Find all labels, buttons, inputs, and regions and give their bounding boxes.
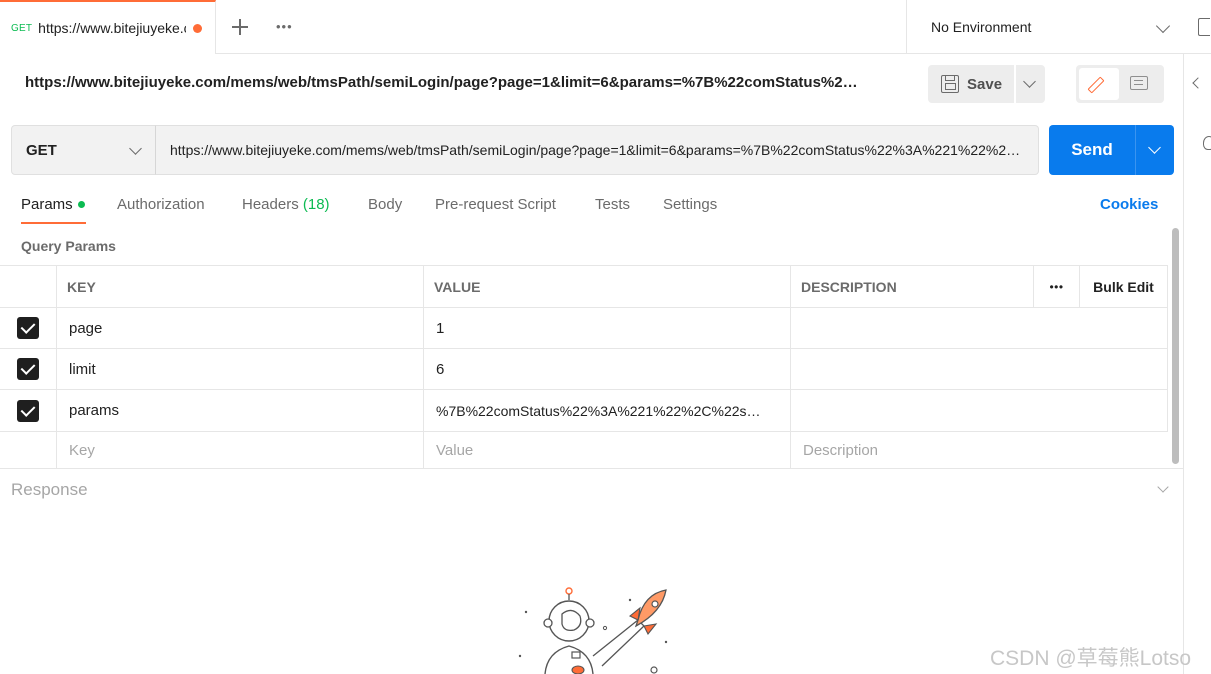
table-row-checkbox-cell <box>0 308 57 349</box>
view-mode-toggle <box>1076 65 1164 103</box>
headers-count: (18) <box>302 196 330 213</box>
header-check-cell <box>0 266 57 308</box>
tab-bar: GET https://www.bitejiuyeke.com/mems/web… <box>0 0 1211 54</box>
environment-quick-look-icon[interactable] <box>1198 18 1210 36</box>
tab-params[interactable]: Params <box>21 196 85 213</box>
pencil-icon <box>1087 76 1105 94</box>
response-title: Response <box>11 480 88 499</box>
param-checkbox[interactable] <box>17 317 39 339</box>
watermark: CSDN @草莓熊Lotso <box>990 647 1192 670</box>
tab-prerequest-script[interactable]: Pre-request Script <box>435 196 556 213</box>
environment-label: No Environment <box>931 19 1032 35</box>
param-value-cell[interactable]: 6 <box>424 349 791 390</box>
table-options-button[interactable]: ••• <box>1034 266 1080 308</box>
param-description-cell[interactable] <box>791 390 1168 432</box>
param-key-cell[interactable]: limit <box>57 349 424 390</box>
floppy-disk-icon <box>941 75 959 93</box>
url-value: https://www.bitejiuyeke.com/mems/web/tms… <box>170 142 1028 158</box>
save-label: Save <box>967 75 1003 93</box>
tab-params-label: Params <box>21 196 73 213</box>
param-value-cell[interactable]: 1 <box>424 308 791 349</box>
method-select[interactable]: GET <box>11 125 156 175</box>
tab-headers-label: Headers <box>242 196 299 213</box>
cookies-link[interactable]: Cookies <box>1100 196 1158 213</box>
astronaut-rocket-illustration <box>518 587 668 674</box>
more-options-icon: ••• <box>1049 279 1064 294</box>
send-options-dropdown[interactable] <box>1135 125 1174 175</box>
save-options-dropdown[interactable] <box>1016 65 1045 103</box>
chevron-down-icon <box>1155 18 1171 34</box>
param-key-cell[interactable]: page <box>57 308 424 349</box>
query-params-title: Query Params <box>21 238 116 254</box>
new-param-description-input[interactable]: Description <box>791 432 1168 468</box>
request-tab[interactable]: GET https://www.bitejiuyeke.com/mems/web… <box>0 0 216 54</box>
save-button[interactable]: Save <box>928 65 1014 103</box>
comment-icon[interactable] <box>1130 76 1148 90</box>
url-input[interactable]: https://www.bitejiuyeke.com/mems/web/tms… <box>155 125 1039 175</box>
bulk-edit-button[interactable]: Bulk Edit <box>1080 266 1168 308</box>
active-tab-indicator <box>21 222 86 224</box>
new-param-key-input[interactable]: Key <box>57 432 424 468</box>
column-header-key: KEY <box>57 266 424 308</box>
right-sidebar <box>1183 54 1211 674</box>
param-key-cell[interactable]: params <box>57 390 424 432</box>
tab-method: GET <box>11 22 33 34</box>
edit-mode-button[interactable] <box>1079 68 1119 100</box>
tab-settings[interactable]: Settings <box>663 196 717 213</box>
table-row-checkbox-cell <box>0 390 57 432</box>
response-divider[interactable] <box>0 468 1183 469</box>
param-description-cell[interactable] <box>791 308 1168 349</box>
new-tab-plus-icon[interactable] <box>228 15 252 39</box>
table-row-checkbox-cell <box>0 349 57 390</box>
vertical-scrollbar[interactable] <box>1172 228 1179 464</box>
request-name: https://www.bitejiuyeke.com/mems/web/tms… <box>25 74 858 91</box>
chevron-left-icon[interactable] <box>1192 77 1204 89</box>
environment-select[interactable]: No Environment <box>906 0 1190 54</box>
send-button[interactable]: Send <box>1049 125 1135 175</box>
column-header-value: VALUE <box>424 266 791 308</box>
more-tabs-icon[interactable]: ••• <box>276 18 298 36</box>
param-description-cell[interactable] <box>791 349 1168 390</box>
new-param-value-input[interactable]: Value <box>424 432 791 468</box>
tab-authorization[interactable]: Authorization <box>117 196 205 213</box>
postman-window: GET https://www.bitejiuyeke.com/mems/web… <box>0 0 1211 674</box>
chevron-down-icon <box>129 142 142 155</box>
param-checkbox[interactable] <box>17 358 39 380</box>
unsaved-dot-icon <box>193 23 203 33</box>
chevron-down-icon[interactable] <box>1157 481 1169 493</box>
tab-headers[interactable]: Headers (18) <box>242 196 330 213</box>
param-value-cell[interactable]: %7B%22comStatus%22%3A%221%22%2C%22s… <box>424 390 791 432</box>
table-row-checkbox-cell <box>0 432 57 468</box>
param-checkbox[interactable] <box>17 399 39 422</box>
params-active-dot-icon <box>77 200 85 208</box>
tab-title: https://www.bitejiuyeke.com/mems/web/tms… <box>38 20 186 36</box>
lightbulb-icon[interactable] <box>1203 136 1211 150</box>
method-label: GET <box>26 141 57 159</box>
tab-tests[interactable]: Tests <box>595 196 630 213</box>
tab-body[interactable]: Body <box>368 196 402 213</box>
column-header-description: DESCRIPTION <box>791 266 1034 308</box>
